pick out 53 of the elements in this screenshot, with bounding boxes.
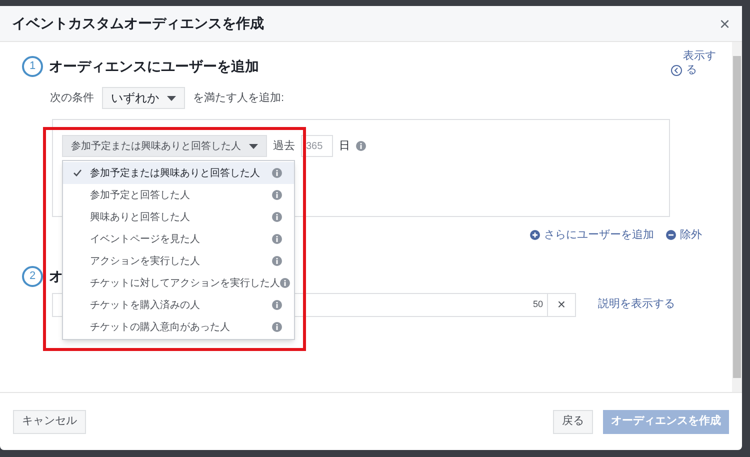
show-toggle[interactable]: 表示す る: [671, 48, 716, 77]
info-icon: [272, 168, 282, 178]
option-label: 参加予定と回答した人: [90, 188, 191, 202]
back-button[interactable]: 戻る: [553, 410, 593, 434]
dialog-title: イベントカスタムオーディエンスを作成: [12, 14, 264, 33]
option-label: チケットの購入意向があった人: [90, 320, 231, 334]
info-icon: [272, 256, 282, 266]
days-unit: 日: [339, 139, 350, 154]
info-icon: [272, 212, 282, 222]
plus-circle-icon: [530, 230, 540, 240]
close-button[interactable]: ×: [719, 14, 730, 32]
menu-option[interactable]: チケットに対してアクションを実行した人: [63, 272, 294, 294]
exclude-link[interactable]: 除外: [666, 227, 702, 244]
chevron-left-icon: [671, 65, 682, 76]
char-count: 50: [532, 298, 543, 311]
minus-circle-icon: [666, 230, 676, 240]
past-label: 過去: [273, 139, 295, 154]
step-number: 2: [22, 266, 43, 286]
info-icon: [272, 300, 282, 310]
menu-option[interactable]: 参加予定または興味ありと回答した人: [63, 162, 294, 184]
menu-option[interactable]: 興味ありと回答した人: [63, 206, 294, 228]
info-icon: [272, 322, 282, 332]
condition-label: を満たす人を追加:: [193, 90, 284, 106]
add-users-link[interactable]: さらにユーザーを追加: [530, 227, 654, 244]
option-label: イベントページを見た人: [90, 232, 201, 246]
option-label: アクションを実行した人: [90, 254, 201, 268]
caret-icon: [249, 144, 258, 148]
menu-option[interactable]: チケットの購入意向があった人: [63, 316, 294, 338]
menu-option[interactable]: イベントページを見た人: [63, 228, 294, 250]
step-number: 1: [22, 56, 43, 77]
cancel-button[interactable]: キャンセル: [13, 410, 86, 434]
option-label: 興味ありと回答した人: [90, 210, 191, 224]
show-toggle-text: 表示す: [683, 49, 716, 63]
section-title: オーディエンスにユーザーを追加: [49, 57, 259, 76]
info-icon: [280, 278, 290, 288]
rule-select[interactable]: 参加予定または興味ありと回答した人: [62, 135, 267, 157]
section-title: オ: [49, 266, 63, 286]
menu-option[interactable]: アクションを実行した人: [63, 250, 294, 272]
info-icon: [272, 234, 282, 244]
condition-select[interactable]: いずれか: [102, 87, 185, 109]
clear-button[interactable]: ×: [548, 292, 576, 316]
condition-label: 次の条件: [50, 90, 94, 106]
check-icon: [73, 169, 82, 177]
info-icon: [272, 190, 282, 200]
option-label: 参加予定または興味ありと回答した人: [90, 166, 261, 180]
info-icon: [356, 141, 366, 151]
menu-option[interactable]: チケットを購入済みの人: [63, 294, 294, 316]
show-description-link[interactable]: 説明を表示する: [598, 296, 675, 313]
menu-option[interactable]: 参加予定と回答した人: [63, 184, 294, 206]
option-label: チケットに対してアクションを実行した人: [90, 276, 280, 290]
show-toggle-text: る: [685, 63, 697, 77]
option-label: チケットを購入済みの人: [90, 298, 201, 312]
caret-icon: [167, 96, 176, 100]
